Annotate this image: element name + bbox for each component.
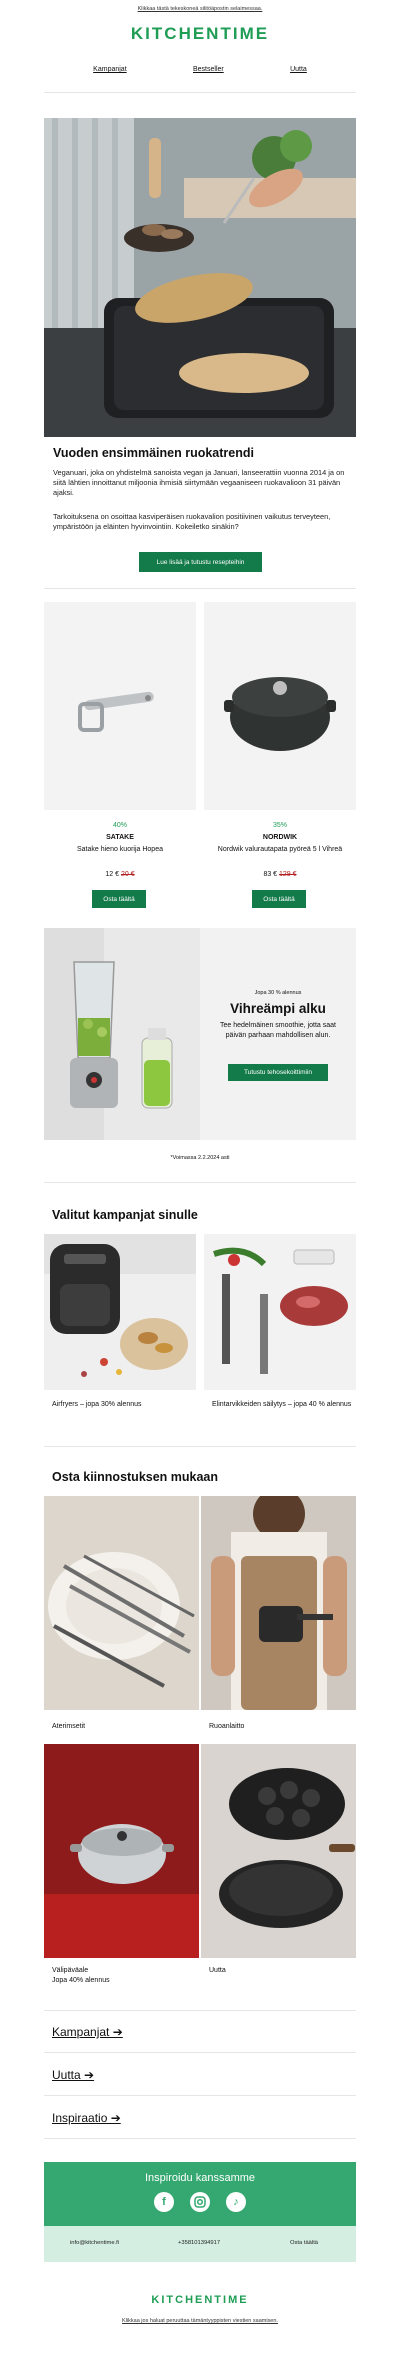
interest-caption[interactable]: Uutta	[209, 1966, 226, 1976]
promo-text: Tee hedelmäinen smoothie, jotta saat päi…	[220, 1022, 336, 1039]
product-discount: 40%	[112, 822, 127, 829]
kitchentime-logo[interactable]: KITCHENTIME	[0, 24, 400, 44]
interest-cooking-image[interactable]	[201, 1496, 356, 1710]
product-brand: NORDWIK	[262, 834, 298, 841]
divider	[44, 2095, 356, 2096]
promo-footnote: *Voimassa 2.2.2024 asti	[170, 1155, 230, 1161]
divider	[44, 2010, 356, 2011]
interests-title: Osta kiinnostuksen mukaan	[52, 1470, 219, 1484]
promo-title: Vihreämpi alku	[230, 1001, 326, 1016]
product-discount: 35%	[272, 822, 287, 829]
interest-saucepan-image[interactable]	[44, 1744, 199, 1958]
nav-kampanjat[interactable]: Kampanjat	[93, 66, 126, 73]
old-price: 129 €	[279, 871, 297, 878]
product-image-peeler[interactable]	[44, 602, 196, 810]
footer-phone[interactable]: +358101394917	[178, 2240, 220, 2246]
product-price: 12 € 20 €	[42, 871, 198, 878]
facebook-icon[interactable]: f	[154, 2192, 174, 2212]
main-nav: Kampanjat Bestseller Uutta	[0, 66, 400, 73]
link-inspiraatio[interactable]: Inspiraatio ➔	[52, 2111, 121, 2125]
campaigns-title: Valitut kampanjat sinulle	[52, 1208, 198, 1222]
footer-logo[interactable]: KITCHENTIME	[0, 2294, 400, 2306]
product-name: Nordwik valurautapata pyöreä 5 l Vihreä	[217, 846, 343, 853]
hero-para-2: Tarkoituksena on osoittaa kasviperäisen …	[53, 512, 331, 531]
product-image-cast-iron-pot[interactable]	[204, 602, 356, 810]
divider	[44, 92, 356, 93]
footer-shop-link[interactable]: Osta täältä	[290, 2240, 318, 2246]
interest-caption[interactable]: Ruoanlaitto	[209, 1722, 244, 1732]
current-price: 12 €	[105, 871, 120, 878]
interest-caption[interactable]: Aterimsetit	[52, 1722, 85, 1732]
instagram-icon[interactable]	[190, 2192, 210, 2212]
campaign-airfryer-image[interactable]	[44, 1234, 196, 1390]
divider	[44, 2138, 356, 2139]
nav-uutta[interactable]: Uutta	[290, 66, 307, 73]
divider	[44, 2052, 356, 2053]
hero-para-1: Veganuari, joka on yhdistelmä sanoista v…	[53, 468, 345, 497]
unsubscribe-link[interactable]: Klikkaa jos haluat peruuttaa tämäntyyppi…	[0, 2318, 400, 2324]
promo-blender-image[interactable]	[44, 928, 200, 1140]
divider	[44, 1182, 356, 1183]
product-price: 83 € 129 €	[202, 871, 358, 878]
buy-button[interactable]: Osta täältä	[92, 890, 146, 908]
campaign-food-storage-image[interactable]	[204, 1234, 356, 1390]
footer-inspire-title: Inspiroidu kanssamme	[144, 2172, 256, 2184]
explore-blenders-button[interactable]: Tutustu tehosekoittimiin	[228, 1064, 328, 1081]
link-kampanjat[interactable]: Kampanjat ➔	[52, 2025, 123, 2039]
read-more-button[interactable]: Lue lisää ja tutustu resepteihin	[139, 552, 262, 572]
interest-caption[interactable]: Välipäväale Jopa 40% alennus	[52, 1966, 110, 1986]
campaign-caption[interactable]: Airfryers – jopa 30% alennus	[52, 1400, 192, 1410]
promo-small-text: Jopa 30 % alennus	[254, 990, 302, 996]
current-price: 83 €	[263, 871, 278, 878]
old-price: 20 €	[120, 871, 135, 878]
hero-grill-pan-image[interactable]	[44, 118, 356, 437]
divider	[44, 588, 356, 589]
product-name: Satake hieno kuorija Hopea	[76, 846, 163, 853]
tiktok-icon[interactable]: ♪	[226, 2192, 246, 2212]
view-in-browser-link[interactable]: Klikkaa tästä tekeskoneä silitöäpostin s…	[0, 6, 400, 12]
hero-title: Vuoden ensimmäinen ruokatrendi	[53, 446, 254, 460]
buy-button[interactable]: Osta täältä	[252, 890, 306, 908]
interest-cutlery-image[interactable]	[44, 1496, 199, 1710]
footer-email[interactable]: info@kitchentime.fi	[70, 2240, 119, 2246]
product-brand: SATAKE	[106, 834, 134, 841]
divider	[44, 1446, 356, 1447]
nav-bestseller[interactable]: Bestseller	[193, 66, 224, 73]
link-uutta[interactable]: Uutta ➔	[52, 2068, 94, 2082]
interest-new-pans-image[interactable]	[201, 1744, 356, 1958]
campaign-caption[interactable]: Elintarvikkeiden säilytys – jopa 40 % al…	[212, 1400, 352, 1410]
